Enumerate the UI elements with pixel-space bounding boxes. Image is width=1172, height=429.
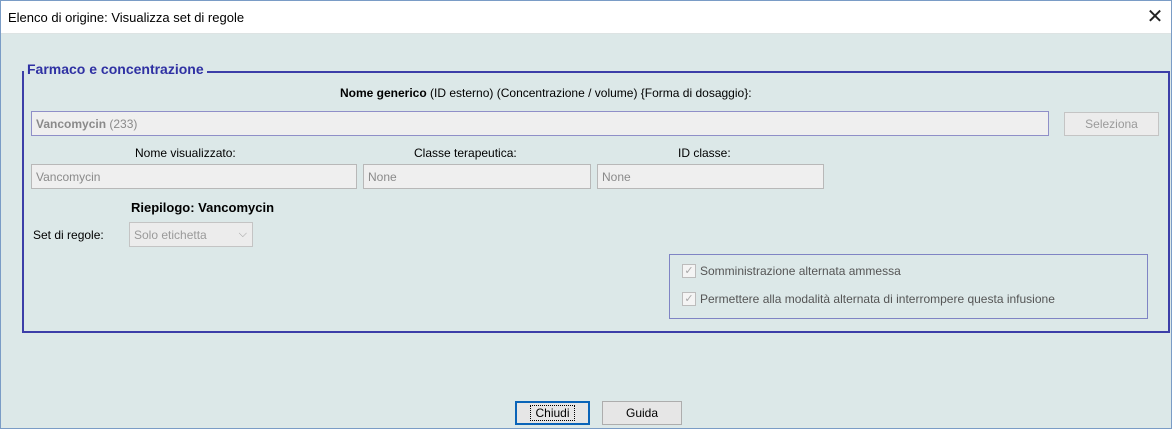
generic-name-field[interactable]: Vancomycin (233) [31,111,1049,136]
ruleset-label: Set di regole: [33,228,104,242]
checkbox-icon[interactable]: ✓ [682,291,696,306]
window-title: Elenco di origine: Visualizza set di reg… [8,10,245,25]
generic-name-value: Vancomycin [36,117,107,131]
alternate-allowed-label: Somministrazione alternata ammessa [700,264,901,278]
title-bar: Elenco di origine: Visualizza set di reg… [1,1,1171,34]
dialog-window: Elenco di origine: Visualizza set di reg… [0,0,1172,429]
class-id-label: ID classe: [678,146,731,160]
checkbox-icon[interactable]: ✓ [682,263,696,278]
help-button[interactable]: Guida [602,401,682,425]
therapeutic-class-field[interactable]: None [363,164,591,189]
close-icon[interactable]: ✕ [1139,1,1171,34]
therapeutic-class-label: Classe terapeutica: [414,146,517,160]
display-name-field[interactable]: Vancomycin [31,164,357,189]
display-name-label: Nome visualizzato: [135,146,236,160]
alternate-interrupt-option[interactable]: ✓ Permettere alla modalità alternata di i… [682,291,1055,307]
ruleset-value: Solo etichetta [134,228,207,242]
alternate-allowed-option[interactable]: ✓ Somministrazione alternata ammessa [682,263,901,279]
select-button[interactable]: Seleziona [1064,112,1159,136]
chevron-down-icon: ⌵ [238,227,247,240]
close-button-label: Chiudi [530,405,575,421]
ruleset-select[interactable]: Solo etichetta ⌵ [129,222,253,247]
summary-title: Riepilogo: Vancomycin [131,200,275,215]
group-legend: Farmaco e concentrazione [24,61,207,77]
close-button[interactable]: Chiudi [515,401,590,425]
options-box: ✓ Somministrazione alternata ammessa ✓ Per… [669,254,1148,319]
generic-name-header-rest: (ID esterno) (Concentrazione / volume) {… [430,86,752,100]
alternate-interrupt-label: Permettere alla modalità alternata di in… [700,292,1055,306]
generic-name-header: Nome generico (ID esterno) (Concentrazio… [340,86,752,100]
generic-name-header-bold: Nome generico [340,86,427,100]
class-id-field[interactable]: None [597,164,824,189]
generic-id-value: (233) [109,117,138,131]
